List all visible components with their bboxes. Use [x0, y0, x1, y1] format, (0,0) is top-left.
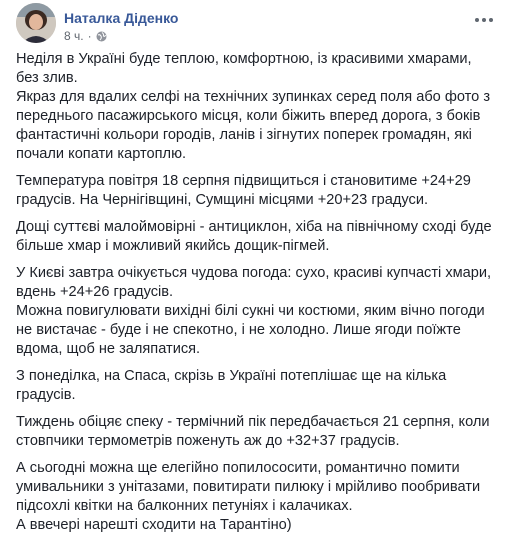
post-header: Наталка Діденко 8 ч. ·	[16, 3, 496, 47]
post-paragraph: Температура повітря 18 серпня підвищитьс…	[16, 173, 471, 208]
more-options-icon[interactable]	[474, 11, 494, 22]
post-paragraph: А сьогодні можна ще елегійно попилососит…	[16, 460, 481, 533]
post-timestamp[interactable]: 8 ч.	[64, 29, 84, 43]
post-paragraph: Неділя в Україні буде теплою, комфортною…	[16, 51, 491, 162]
avatar[interactable]	[16, 3, 56, 43]
post-paragraph: З понеділка, на Спаса, скрізь в Україні …	[16, 368, 447, 403]
post-meta: 8 ч. ·	[64, 29, 107, 43]
post-paragraph: У Києві завтра очікується чудова погода:…	[16, 265, 492, 357]
post-paragraph: Тиждень обіцяє спеку - термічний пік пер…	[16, 414, 490, 449]
avatar-photo	[16, 3, 56, 43]
globe-icon	[96, 31, 107, 42]
author-name[interactable]: Наталка Діденко	[64, 10, 178, 26]
post-paragraph: Дощі суттєві малоймовірні - антициклон, …	[16, 219, 492, 254]
facebook-post: Наталка Діденко 8 ч. · Неділя в Україні …	[0, 0, 505, 533]
meta-separator: ·	[87, 29, 92, 43]
post-text: Неділя в Україні буде теплою, комфортною…	[16, 50, 492, 543]
